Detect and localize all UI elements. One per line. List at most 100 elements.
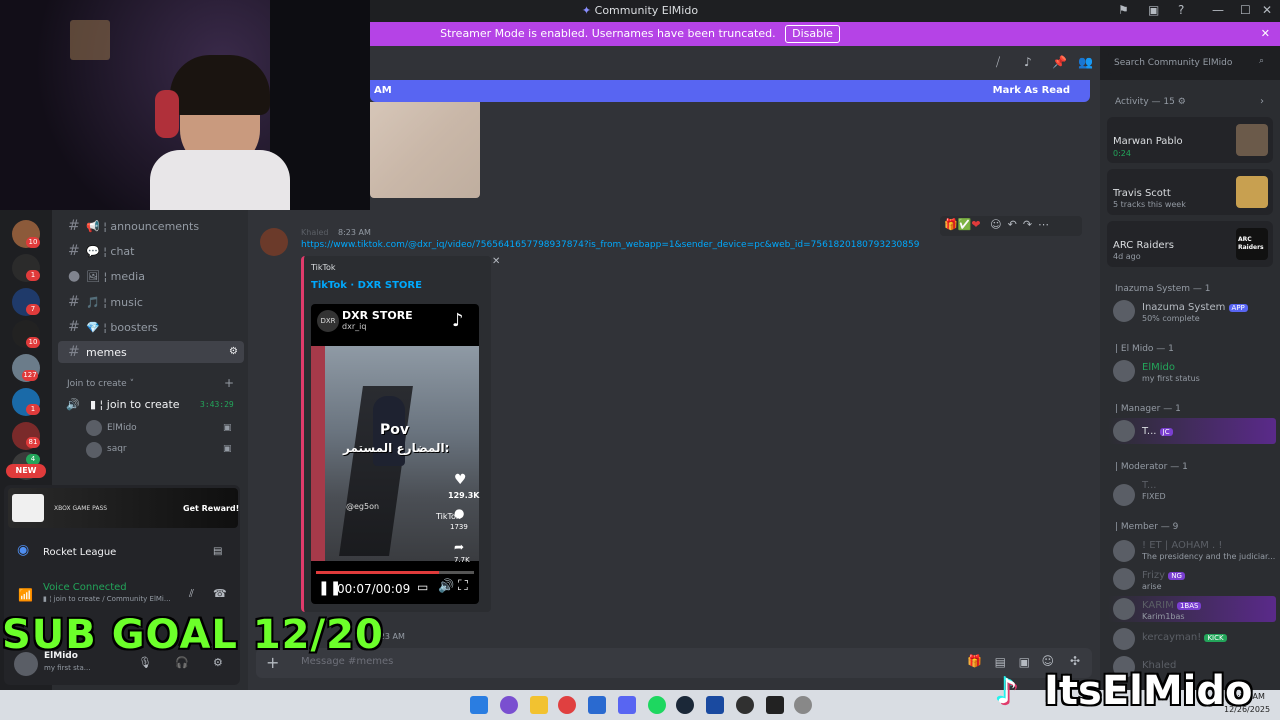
chrome-icon[interactable] xyxy=(558,696,576,714)
voice-connected-sub[interactable]: ▮ ¦ join to create / Community ElMi... xyxy=(43,595,171,603)
reply-icon[interactable]: ↶ xyxy=(1008,218,1017,231)
disconnect-icon[interactable]: ☎ xyxy=(213,587,227,600)
close-window-button[interactable]: ✕ xyxy=(1262,3,1272,17)
discord-taskbar-icon[interactable] xyxy=(618,696,636,714)
avatar[interactable] xyxy=(1113,628,1135,650)
add-reaction-icon[interactable]: ☺ xyxy=(990,218,1001,231)
fullscreen-icon[interactable]: ⛶ xyxy=(458,578,468,594)
threads-icon[interactable]: ⧸ xyxy=(996,55,1000,70)
gift-icon[interactable]: 🎁 xyxy=(967,654,982,668)
avatar[interactable] xyxy=(1113,300,1135,322)
player-time: 00:07/00:09 xyxy=(337,582,411,596)
minimize-button[interactable]: — xyxy=(1212,3,1224,17)
channel-memes[interactable]: # memes ⚙ xyxy=(58,341,244,363)
channel-media[interactable]: ● 🖼 ¦ media xyxy=(58,265,244,287)
screen-icon[interactable]: ▣ xyxy=(1148,3,1159,17)
new-messages-bar[interactable]: AM Mark As Read xyxy=(370,80,1090,102)
avatar[interactable] xyxy=(1113,568,1135,590)
heart-reaction-icon[interactable]: ❤ xyxy=(971,218,980,231)
obs-icon[interactable] xyxy=(736,696,754,714)
epic-games-icon[interactable] xyxy=(766,696,784,714)
steam-icon[interactable] xyxy=(676,696,694,714)
noise-suppression-icon[interactable]: ⫽ xyxy=(189,587,194,601)
channel-settings-icon[interactable]: ⚙ xyxy=(229,341,238,363)
avatar[interactable] xyxy=(1113,360,1135,382)
voice-channel[interactable]: ▮ ¦ join to create xyxy=(90,398,180,411)
member-name[interactable]: T... xyxy=(1142,480,1156,491)
chevron-right-icon[interactable]: › xyxy=(1260,96,1264,107)
channel-boosters[interactable]: # 💎 ¦ boosters xyxy=(58,316,244,338)
spotify-icon[interactable] xyxy=(648,696,666,714)
avatar[interactable] xyxy=(1113,484,1135,506)
embed-title[interactable]: TikTok · DXR STORE xyxy=(311,280,422,291)
settings-icon[interactable] xyxy=(794,696,812,714)
avatar[interactable] xyxy=(1113,420,1135,442)
voice-category[interactable]: Join to create ˅ xyxy=(67,379,134,389)
server-badge: 1 xyxy=(26,270,40,281)
member-name[interactable]: Inazuma System APP xyxy=(1142,302,1248,313)
mark-as-read-button[interactable]: Mark As Read xyxy=(993,80,1070,102)
avatar[interactable] xyxy=(86,420,102,436)
avatar[interactable] xyxy=(1113,540,1135,562)
message-actions: 🎁✅❤ ☺ ↶ ↷ ⋯ xyxy=(940,216,1082,236)
notification-icon[interactable]: ♪ xyxy=(1024,55,1032,69)
voice-user[interactable]: ElMido xyxy=(107,423,137,433)
check-reaction-icon[interactable]: ✅ xyxy=(958,218,972,231)
avatar[interactable] xyxy=(86,442,102,458)
member-name[interactable]: ! ET | AOHAM . ! xyxy=(1142,540,1222,551)
copilot-icon[interactable] xyxy=(500,696,518,714)
activity-header[interactable]: Activity — 15 ⚙ xyxy=(1115,97,1186,107)
server-badge: 1 xyxy=(26,404,40,415)
maximize-button[interactable]: ☐ xyxy=(1240,3,1251,17)
share-icon[interactable]: ➦ xyxy=(454,540,464,554)
file-explorer-icon[interactable] xyxy=(530,696,548,714)
channel-music[interactable]: # 🎵 ¦ music xyxy=(58,291,244,313)
webcam-overlay xyxy=(0,0,370,210)
member-name[interactable]: T... JC xyxy=(1142,426,1173,437)
get-reward-button[interactable]: Get Reward! xyxy=(183,504,239,513)
captions-icon[interactable]: ▭ xyxy=(417,580,428,594)
more-icon[interactable]: ⋯ xyxy=(1038,218,1049,231)
member-name[interactable]: ElMido xyxy=(1142,362,1175,373)
disable-button[interactable]: Disable xyxy=(785,25,840,43)
likes-count: 129.3K xyxy=(448,491,480,500)
close-embed-icon[interactable]: ✕ xyxy=(492,256,500,267)
member-name[interactable]: Frizy NG xyxy=(1142,570,1185,581)
member-name[interactable]: KARIM 1BAS xyxy=(1142,600,1202,611)
game-overlay-icon[interactable]: ▤ xyxy=(213,546,222,557)
close-banner-icon[interactable]: ✕ xyxy=(1261,22,1270,46)
gift-reaction-icon[interactable]: 🎁 xyxy=(944,218,958,231)
new-servers-pill[interactable]: NEW xyxy=(6,464,46,478)
search-input[interactable]: Search Community ElMido ⌕ xyxy=(1108,52,1270,74)
video-progress-track[interactable] xyxy=(316,571,474,574)
message-link[interactable]: https://www.tiktok.com/@dxr_iq/video/756… xyxy=(301,240,919,250)
app-icon[interactable] xyxy=(706,696,724,714)
members-icon[interactable]: 👥 xyxy=(1078,55,1093,69)
like-icon[interactable]: ♥ xyxy=(454,472,467,488)
start-icon[interactable] xyxy=(470,696,488,714)
member-status: The presidency and the judiciar... xyxy=(1142,552,1276,561)
avatar[interactable] xyxy=(1113,598,1135,620)
image-attachment[interactable] xyxy=(370,102,480,198)
member-group-header: | Member — 9 xyxy=(1115,522,1179,532)
avatar[interactable] xyxy=(260,228,288,256)
help-icon[interactable]: ? xyxy=(1178,3,1184,17)
create-channel-icon[interactable]: + xyxy=(224,376,234,390)
volume-icon[interactable]: 🔊 xyxy=(438,579,454,594)
voice-user[interactable]: saqr xyxy=(107,444,127,454)
gif-icon[interactable]: ▤ xyxy=(995,655,1006,669)
sticker-icon[interactable]: ▣ xyxy=(1019,655,1030,669)
channel-chat[interactable]: # 💬 ¦ chat xyxy=(58,240,244,262)
forward-icon[interactable]: ↷ xyxy=(1023,218,1032,231)
apps-icon[interactable]: ✣ xyxy=(1070,654,1080,668)
media-channel-icon: ● xyxy=(68,268,81,284)
member-name[interactable]: kercayman! KICK xyxy=(1142,632,1227,643)
pin-icon[interactable]: 📌 xyxy=(1052,55,1067,69)
store-icon[interactable] xyxy=(588,696,606,714)
activity-title: Marwan Pablo xyxy=(1113,136,1183,147)
signal-icon[interactable]: 📶 xyxy=(18,588,33,602)
channel-announcements[interactable]: # 📢 ¦ announcements xyxy=(58,215,244,237)
emoji-icon[interactable]: ☺ xyxy=(1041,654,1054,668)
message-author[interactable]: Khaled xyxy=(301,228,328,237)
inbox-icon[interactable]: ⚑ xyxy=(1118,3,1129,17)
